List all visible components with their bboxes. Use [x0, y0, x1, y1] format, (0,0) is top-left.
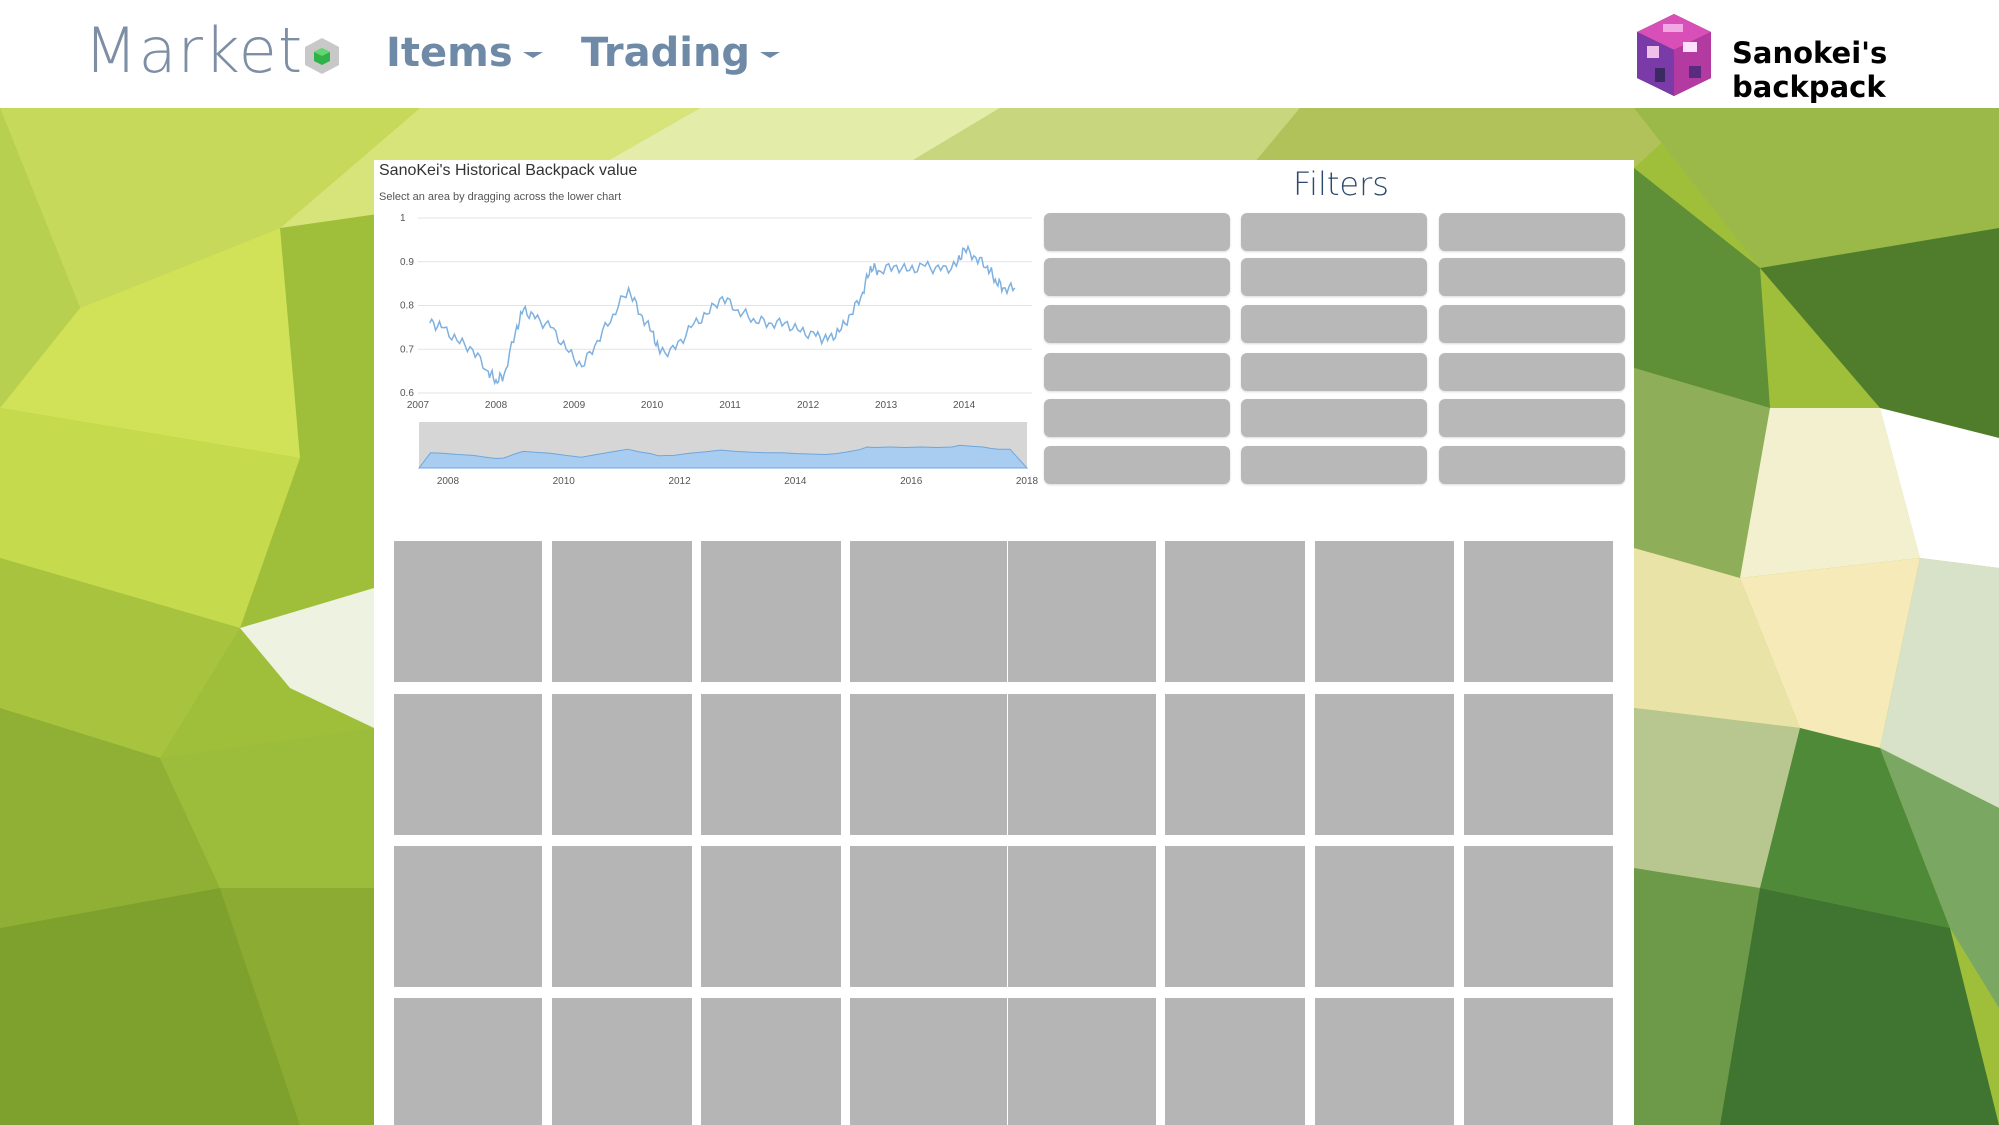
- filters-title: Filters: [1293, 165, 1389, 203]
- y-tick-label: 1: [400, 213, 406, 224]
- x-tick-label: 2011: [719, 400, 741, 411]
- item-tile[interactable]: [394, 541, 542, 682]
- chevron-down-icon: [760, 52, 781, 58]
- x-tick-label: 2007: [407, 400, 430, 411]
- filter-button[interactable]: [1044, 258, 1230, 296]
- item-tile[interactable]: [552, 541, 692, 682]
- x-tick-label: 2010: [641, 400, 664, 411]
- item-tile[interactable]: [1165, 998, 1305, 1125]
- item-tile[interactable]: [1165, 541, 1305, 682]
- filter-button[interactable]: [1241, 305, 1427, 343]
- trading-menu[interactable]: Trading: [581, 30, 781, 76]
- item-tile[interactable]: [1464, 541, 1613, 682]
- item-tile[interactable]: [850, 846, 1007, 987]
- filter-button[interactable]: [1439, 446, 1625, 484]
- x-tick-label: 2012: [797, 400, 820, 411]
- item-tile[interactable]: [701, 846, 841, 987]
- item-tile[interactable]: [1008, 541, 1156, 682]
- filter-button[interactable]: [1241, 258, 1427, 296]
- y-tick-label: 0.7: [400, 344, 414, 355]
- filter-button[interactable]: [1044, 213, 1230, 251]
- trading-menu-label: Trading: [581, 30, 751, 76]
- filter-button[interactable]: [1241, 353, 1427, 391]
- item-tile[interactable]: [1464, 846, 1613, 987]
- y-tick-label: 0.9: [400, 257, 414, 268]
- item-tile[interactable]: [394, 846, 542, 987]
- filter-button[interactable]: [1439, 258, 1625, 296]
- item-tile[interactable]: [850, 998, 1007, 1125]
- items-menu[interactable]: Items: [386, 30, 543, 76]
- x-tick-label: 2009: [563, 400, 586, 411]
- item-tile[interactable]: [1008, 846, 1156, 987]
- item-tile[interactable]: [701, 694, 841, 835]
- top-navigation-bar: Market Items Trading Sanokei's backpack: [0, 0, 1999, 108]
- navigator-tick-label: 2018: [1016, 476, 1039, 487]
- market-logo-text[interactable]: Market: [84, 14, 303, 87]
- navigator-tick-label: 2010: [553, 476, 576, 487]
- chart-title: SanoKei's Historical Backpack value: [379, 162, 638, 179]
- item-tile[interactable]: [850, 694, 1007, 835]
- navigator-x-ticks: 2008 2010 2012 2014 2016 2018: [437, 476, 1039, 487]
- x-tick-label: 2013: [875, 400, 898, 411]
- backpack-avatar-icon[interactable]: [1633, 12, 1715, 98]
- item-tile[interactable]: [701, 998, 841, 1125]
- navigator-tick-label: 2014: [784, 476, 807, 487]
- cube-logo-icon: [305, 38, 339, 74]
- item-tile[interactable]: [1464, 694, 1613, 835]
- item-tile[interactable]: [701, 541, 841, 682]
- filter-button[interactable]: [1241, 213, 1427, 251]
- y-tick-label: 0.6: [400, 388, 414, 399]
- item-tile[interactable]: [552, 694, 692, 835]
- item-tile[interactable]: [1008, 694, 1156, 835]
- chevron-down-icon: [522, 52, 543, 58]
- chart-gridlines: [418, 217, 1032, 394]
- item-tile[interactable]: [552, 998, 692, 1125]
- filter-button[interactable]: [1044, 305, 1230, 343]
- items-menu-label: Items: [386, 30, 513, 76]
- series-line: [429, 244, 1016, 386]
- navigator-tick-label: 2016: [900, 476, 923, 487]
- item-tile[interactable]: [1315, 846, 1454, 987]
- value-history-chart[interactable]: 10.90.80.70.6 2007 2008 2009 2010 2011 2012 20…: [374, 205, 1044, 495]
- filter-button[interactable]: [1044, 399, 1230, 437]
- item-tile[interactable]: [1315, 541, 1454, 682]
- filter-button[interactable]: [1241, 446, 1427, 484]
- item-tile[interactable]: [552, 846, 692, 987]
- filter-button[interactable]: [1044, 446, 1230, 484]
- filter-button[interactable]: [1439, 399, 1625, 437]
- item-tile[interactable]: [1315, 998, 1454, 1125]
- item-tile[interactable]: [1165, 846, 1305, 987]
- filter-button[interactable]: [1439, 353, 1625, 391]
- filter-button[interactable]: [1439, 305, 1625, 343]
- item-tile[interactable]: [850, 541, 1007, 682]
- item-tile[interactable]: [1315, 694, 1454, 835]
- navigator-tick-label: 2012: [668, 476, 691, 487]
- item-tile[interactable]: [394, 694, 542, 835]
- navigator-tick-label: 2008: [437, 476, 460, 487]
- x-tick-label: 2014: [953, 400, 976, 411]
- x-tick-label: 2008: [485, 400, 508, 411]
- y-tick-label: 0.8: [400, 301, 414, 312]
- item-tile[interactable]: [1464, 998, 1613, 1125]
- username-label[interactable]: Sanokei's backpack: [1732, 36, 1999, 104]
- filter-button[interactable]: [1241, 399, 1427, 437]
- item-tile[interactable]: [1008, 998, 1156, 1125]
- filter-button[interactable]: [1044, 353, 1230, 391]
- x-axis-ticks: 2007 2008 2009 2010 2011 2012 2013 2014: [407, 400, 976, 411]
- item-tile[interactable]: [394, 998, 542, 1125]
- chart-subtitle: Select an area by dragging across the lo…: [379, 191, 622, 203]
- y-axis-ticks: 1 0.9 0.8 0.7 0.6: [400, 213, 414, 399]
- item-tile[interactable]: [1165, 694, 1305, 835]
- filter-button[interactable]: [1439, 213, 1625, 251]
